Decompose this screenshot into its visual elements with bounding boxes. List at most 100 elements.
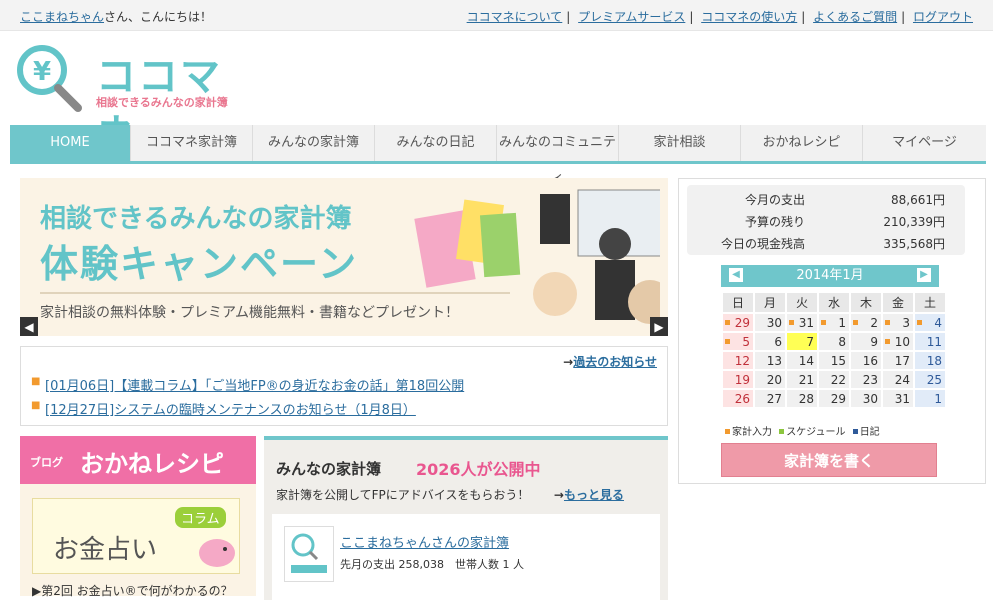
calendar-day[interactable]: 31 bbox=[883, 390, 913, 407]
prev-month-icon[interactable]: ◀ bbox=[729, 268, 743, 282]
calendar-day[interactable]: 30 bbox=[851, 390, 881, 407]
calendar-day[interactable]: 6 bbox=[755, 333, 785, 350]
calendar-day[interactable]: 28 bbox=[787, 390, 817, 407]
legend-swatch-icon bbox=[852, 429, 858, 434]
user-name-link[interactable]: ここまねちゃん bbox=[20, 10, 104, 24]
calendar-day[interactable]: 17 bbox=[883, 352, 913, 369]
calendar-day[interactable]: 12 bbox=[723, 352, 753, 369]
calendar-day[interactable]: 22 bbox=[819, 371, 849, 388]
news-link-2[interactable]: [12月27日]システムの臨時メンテナンスのお知らせ（1月8日） bbox=[45, 403, 416, 418]
calendar-day[interactable]: 8 bbox=[819, 333, 849, 350]
site-logo[interactable]: ¥ ココマネ 相談できるみんなの家計簿 bbox=[12, 42, 252, 158]
calendar-day[interactable]: 31 bbox=[787, 314, 817, 331]
calendar-day[interactable]: 18 bbox=[915, 352, 945, 369]
premium-link[interactable]: プレミアムサービス bbox=[578, 10, 685, 24]
banner-next-button[interactable]: ▶ bbox=[650, 317, 668, 336]
kakeibo-info: 先月の支出 258,038 世帯人数 1 人 bbox=[340, 558, 524, 571]
column-link[interactable]: ▶第2回 お金占い®で何がわかるの？ bbox=[32, 582, 233, 599]
banner-illustration bbox=[414, 189, 660, 324]
calendar-day[interactable]: 24 bbox=[883, 371, 913, 388]
calendar-day[interactable]: 4 bbox=[915, 314, 945, 331]
howto-link[interactable]: ココマネの使い方 bbox=[701, 10, 797, 24]
calendar-day[interactable]: 21 bbox=[787, 371, 817, 388]
calendar-day[interactable]: 19 bbox=[723, 371, 753, 388]
column-title: お金占い bbox=[53, 535, 158, 565]
calendar-day[interactable]: 11 bbox=[915, 333, 945, 350]
calendar-day[interactable]: 26 bbox=[723, 390, 753, 407]
section-subtitle: 家計簿を公開してFPにアドバイスをもらおう！ bbox=[276, 488, 530, 502]
calendar-day[interactable]: 20 bbox=[755, 371, 785, 388]
weekday-sat: 土 bbox=[915, 293, 945, 312]
banner-description: 家計相談の無料体験・プレミアム機能無料・書籍などプレゼント！ bbox=[40, 305, 460, 321]
calendar-day[interactable]: 15 bbox=[819, 352, 849, 369]
more: →もっと見る bbox=[553, 488, 624, 502]
bullet-icon: ■ bbox=[31, 400, 41, 411]
calendar-day-today[interactable]: 7 bbox=[787, 333, 817, 350]
entry-marker-icon bbox=[885, 320, 890, 325]
banner-campaign-title: 体験キャンペーン bbox=[40, 242, 359, 286]
nav-mypage[interactable]: マイページ bbox=[863, 125, 986, 161]
piggy-bank-icon bbox=[199, 539, 235, 567]
nav-community[interactable]: みんなのコミュニティ bbox=[497, 125, 619, 186]
entry-marker-icon bbox=[885, 339, 890, 344]
past-news-link[interactable]: 過去のお知らせ bbox=[573, 355, 657, 369]
bullet-icon: ■ bbox=[31, 376, 41, 387]
campaign-banner[interactable]: 相談できるみんなの家計簿 体験キャンペーン 家計相談の無料体験・プレミアム機能無… bbox=[20, 178, 668, 336]
banner-headline: 相談できるみんなの家計簿 bbox=[40, 204, 352, 234]
weekday-thu: 木 bbox=[851, 293, 881, 312]
sidebar-panel: 今月の支出 88,661円 予算の残り 210,339円 今日の現金残高 335… bbox=[678, 178, 986, 484]
calendar-day[interactable]: 10 bbox=[883, 333, 913, 350]
calendar-day[interactable]: 1 bbox=[819, 314, 849, 331]
everyone-kakeibo-panel: みんなの家計簿 2026人が公開中 家計簿を公開してFPにアドバイスをもらおう！… bbox=[264, 436, 668, 604]
calendar-day[interactable]: 5 bbox=[723, 333, 753, 350]
column-card[interactable]: コラム お金占い bbox=[32, 498, 240, 574]
write-kakeibo-button[interactable]: 家計簿を書く bbox=[721, 443, 937, 477]
summary-label: 予算の残り bbox=[744, 215, 805, 229]
user-avatar bbox=[284, 526, 334, 582]
calendar-day[interactable]: 2 bbox=[851, 314, 881, 331]
news-item: ■ [12月27日]システムの臨時メンテナンスのお知らせ（1月8日） bbox=[31, 399, 416, 418]
nav-everyone-kakeibo[interactable]: みんなの家計簿 bbox=[253, 125, 375, 161]
more-link[interactable]: もっと見る bbox=[564, 488, 624, 502]
summary-row: 今日の現金残高 335,568円 bbox=[687, 235, 965, 257]
kakeibo-link[interactable]: ここまねちゃんさんの家計簿 bbox=[340, 532, 509, 551]
budget-summary: 今月の支出 88,661円 予算の残り 210,339円 今日の現金残高 335… bbox=[687, 185, 965, 255]
news-box: →過去のお知らせ ■ [01月06日]【連載コラム】「ご当地FP®の身近なお金の話… bbox=[20, 346, 668, 426]
calendar-day[interactable]: 29 bbox=[819, 390, 849, 407]
news-link-1[interactable]: [01月06日]【連載コラム】「ご当地FP®の身近なお金の話」第18回公開 bbox=[45, 379, 464, 394]
calendar-day[interactable]: 27 bbox=[755, 390, 785, 407]
svg-text:¥: ¥ bbox=[33, 57, 51, 87]
calendar-day[interactable]: 16 bbox=[851, 352, 881, 369]
blog-header[interactable]: ブログ おかねレシピ bbox=[20, 436, 256, 484]
greeting-suffix: さん、こんにちは！ bbox=[104, 10, 213, 24]
calendar-day[interactable]: 13 bbox=[755, 352, 785, 369]
calendar-day[interactable]: 25 bbox=[915, 371, 945, 388]
nav-diary[interactable]: みんなの日記 bbox=[375, 125, 497, 161]
nav-kakeibo[interactable]: ココマネ家計簿 bbox=[131, 125, 253, 161]
column-tag: コラム bbox=[175, 507, 226, 528]
nav-recipe[interactable]: おかねレシピ bbox=[741, 125, 863, 161]
summary-row: 予算の残り 210,339円 bbox=[687, 213, 965, 235]
entry-marker-icon bbox=[917, 320, 922, 325]
blog-tag: ブログ bbox=[30, 456, 63, 469]
logout-link[interactable]: ログアウト bbox=[913, 10, 973, 24]
magnifier-yen-icon: ¥ bbox=[17, 45, 82, 112]
banner-prev-button[interactable]: ◀ bbox=[20, 317, 38, 336]
calendar-day[interactable]: 1 bbox=[915, 390, 945, 407]
calendar-day[interactable]: 3 bbox=[883, 314, 913, 331]
faq-link[interactable]: よくあるご質問 bbox=[813, 10, 897, 24]
nav-consult[interactable]: 家計相談 bbox=[619, 125, 741, 161]
summary-value: 335,568円 bbox=[883, 237, 945, 251]
nav-home[interactable]: HOME bbox=[10, 125, 131, 161]
main-nav: HOME ココマネ家計簿 みんなの家計簿 みんなの日記 みんなのコミュニティ 家… bbox=[10, 125, 986, 186]
next-month-icon[interactable]: ▶ bbox=[917, 268, 931, 282]
calendar-day[interactable]: 30 bbox=[755, 314, 785, 331]
about-link[interactable]: ココマネについて bbox=[467, 10, 563, 24]
calendar-day[interactable]: 23 bbox=[851, 371, 881, 388]
calendar-day[interactable]: 14 bbox=[787, 352, 817, 369]
top-bar: ここまねちゃんさん、こんにちは！ ココマネについて | プレミアムサービス | ココ… bbox=[0, 0, 993, 31]
entry-marker-icon bbox=[725, 339, 730, 344]
calendar-day[interactable]: 9 bbox=[851, 333, 881, 350]
calendar-day[interactable]: 29 bbox=[723, 314, 753, 331]
calendar: 日 月 火 水 木 金 土 29 30 31 1 2 3 4 5 6 7 8 9… bbox=[721, 291, 947, 409]
